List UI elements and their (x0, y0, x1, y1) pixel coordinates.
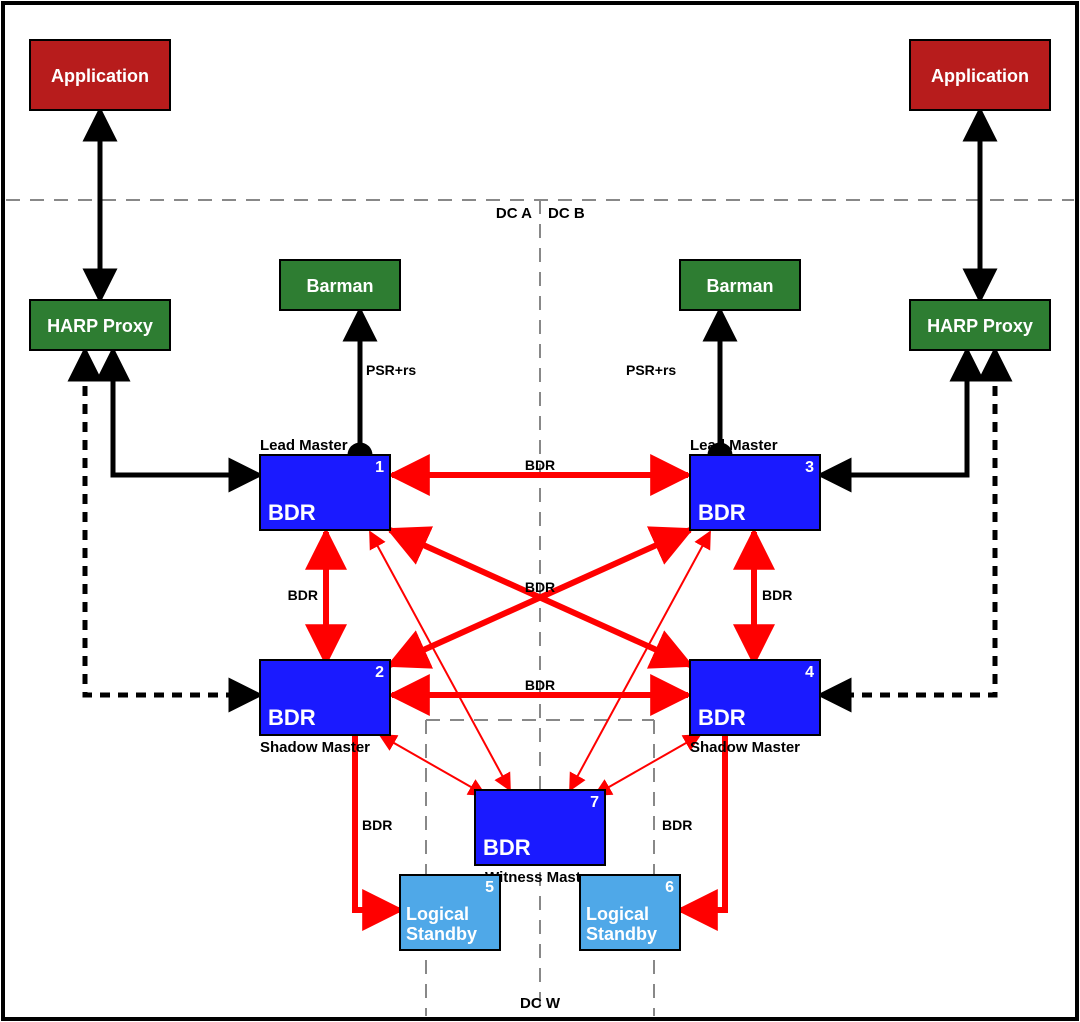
svg-text:BDR: BDR (268, 500, 316, 525)
role-bdr3: Lead Master (690, 437, 778, 454)
node-bdr1: 1 BDR (260, 455, 390, 530)
edgelabel-bdr24: BDR (525, 677, 555, 693)
region-label-dcw: DC W (520, 995, 561, 1012)
node-bdr7: 7 BDR (475, 790, 605, 865)
svg-text:BDR: BDR (483, 835, 531, 860)
svg-text:BDR: BDR (698, 705, 746, 730)
edgelabel-bdr46: BDR (662, 817, 692, 833)
node-bdr4: 4 BDR (690, 660, 820, 735)
region-label-dca: DC A (496, 205, 532, 222)
svg-text:Barman: Barman (306, 276, 373, 296)
role-bdr7: Witness Master (485, 869, 595, 886)
svg-text:HARP Proxy: HARP Proxy (47, 316, 153, 336)
edgelabel-bdr13: BDR (525, 457, 555, 473)
svg-text:Standby: Standby (586, 924, 657, 944)
svg-text:Standby: Standby (406, 924, 477, 944)
edgelabel-bdr12: BDR (288, 587, 318, 603)
role-bdr1: Lead Master (260, 437, 348, 454)
node-application-left: Application (30, 40, 170, 110)
architecture-diagram: DC A DC B DC W PSR+rs PSR+rs BDR BDR BDR… (0, 0, 1080, 1022)
node-barman-b: Barman (680, 260, 800, 310)
node-bdr3: 3 BDR (690, 455, 820, 530)
region-label-dcb: DC B (548, 205, 585, 222)
role-bdr2: Shadow Master (260, 739, 370, 756)
role-bdr4: Shadow Master (690, 739, 800, 756)
edgelabel-psr-b: PSR+rs (626, 362, 676, 378)
svg-text:BDR: BDR (698, 500, 746, 525)
edgelabel-bdr25: BDR (362, 817, 392, 833)
svg-text:1: 1 (375, 459, 384, 476)
svg-text:7: 7 (590, 794, 599, 811)
node-bdr2: 2 BDR (260, 660, 390, 735)
svg-text:4: 4 (805, 664, 814, 681)
svg-text:BDR: BDR (268, 705, 316, 730)
edgelabel-bdrx: BDR (525, 579, 555, 595)
diagram-frame (3, 3, 1077, 1019)
svg-text:Application: Application (931, 66, 1029, 86)
edgelabel-bdr34: BDR (762, 587, 792, 603)
svg-text:Logical: Logical (586, 904, 649, 924)
node-barman-a: Barman (280, 260, 400, 310)
node-harp-left: HARP Proxy (30, 300, 170, 350)
svg-text:Logical: Logical (406, 904, 469, 924)
svg-text:HARP Proxy: HARP Proxy (927, 316, 1033, 336)
edgelabel-psr-a: PSR+rs (366, 362, 416, 378)
node-application-right: Application (910, 40, 1050, 110)
node-harp-right: HARP Proxy (910, 300, 1050, 350)
svg-text:6: 6 (665, 879, 674, 896)
node-ls6: 6 Logical Standby (580, 875, 680, 950)
svg-text:Barman: Barman (706, 276, 773, 296)
svg-text:3: 3 (805, 459, 814, 476)
svg-text:5: 5 (485, 879, 494, 896)
svg-text:Application: Application (51, 66, 149, 86)
node-ls5: 5 Logical Standby (400, 875, 500, 950)
svg-text:2: 2 (375, 664, 384, 681)
